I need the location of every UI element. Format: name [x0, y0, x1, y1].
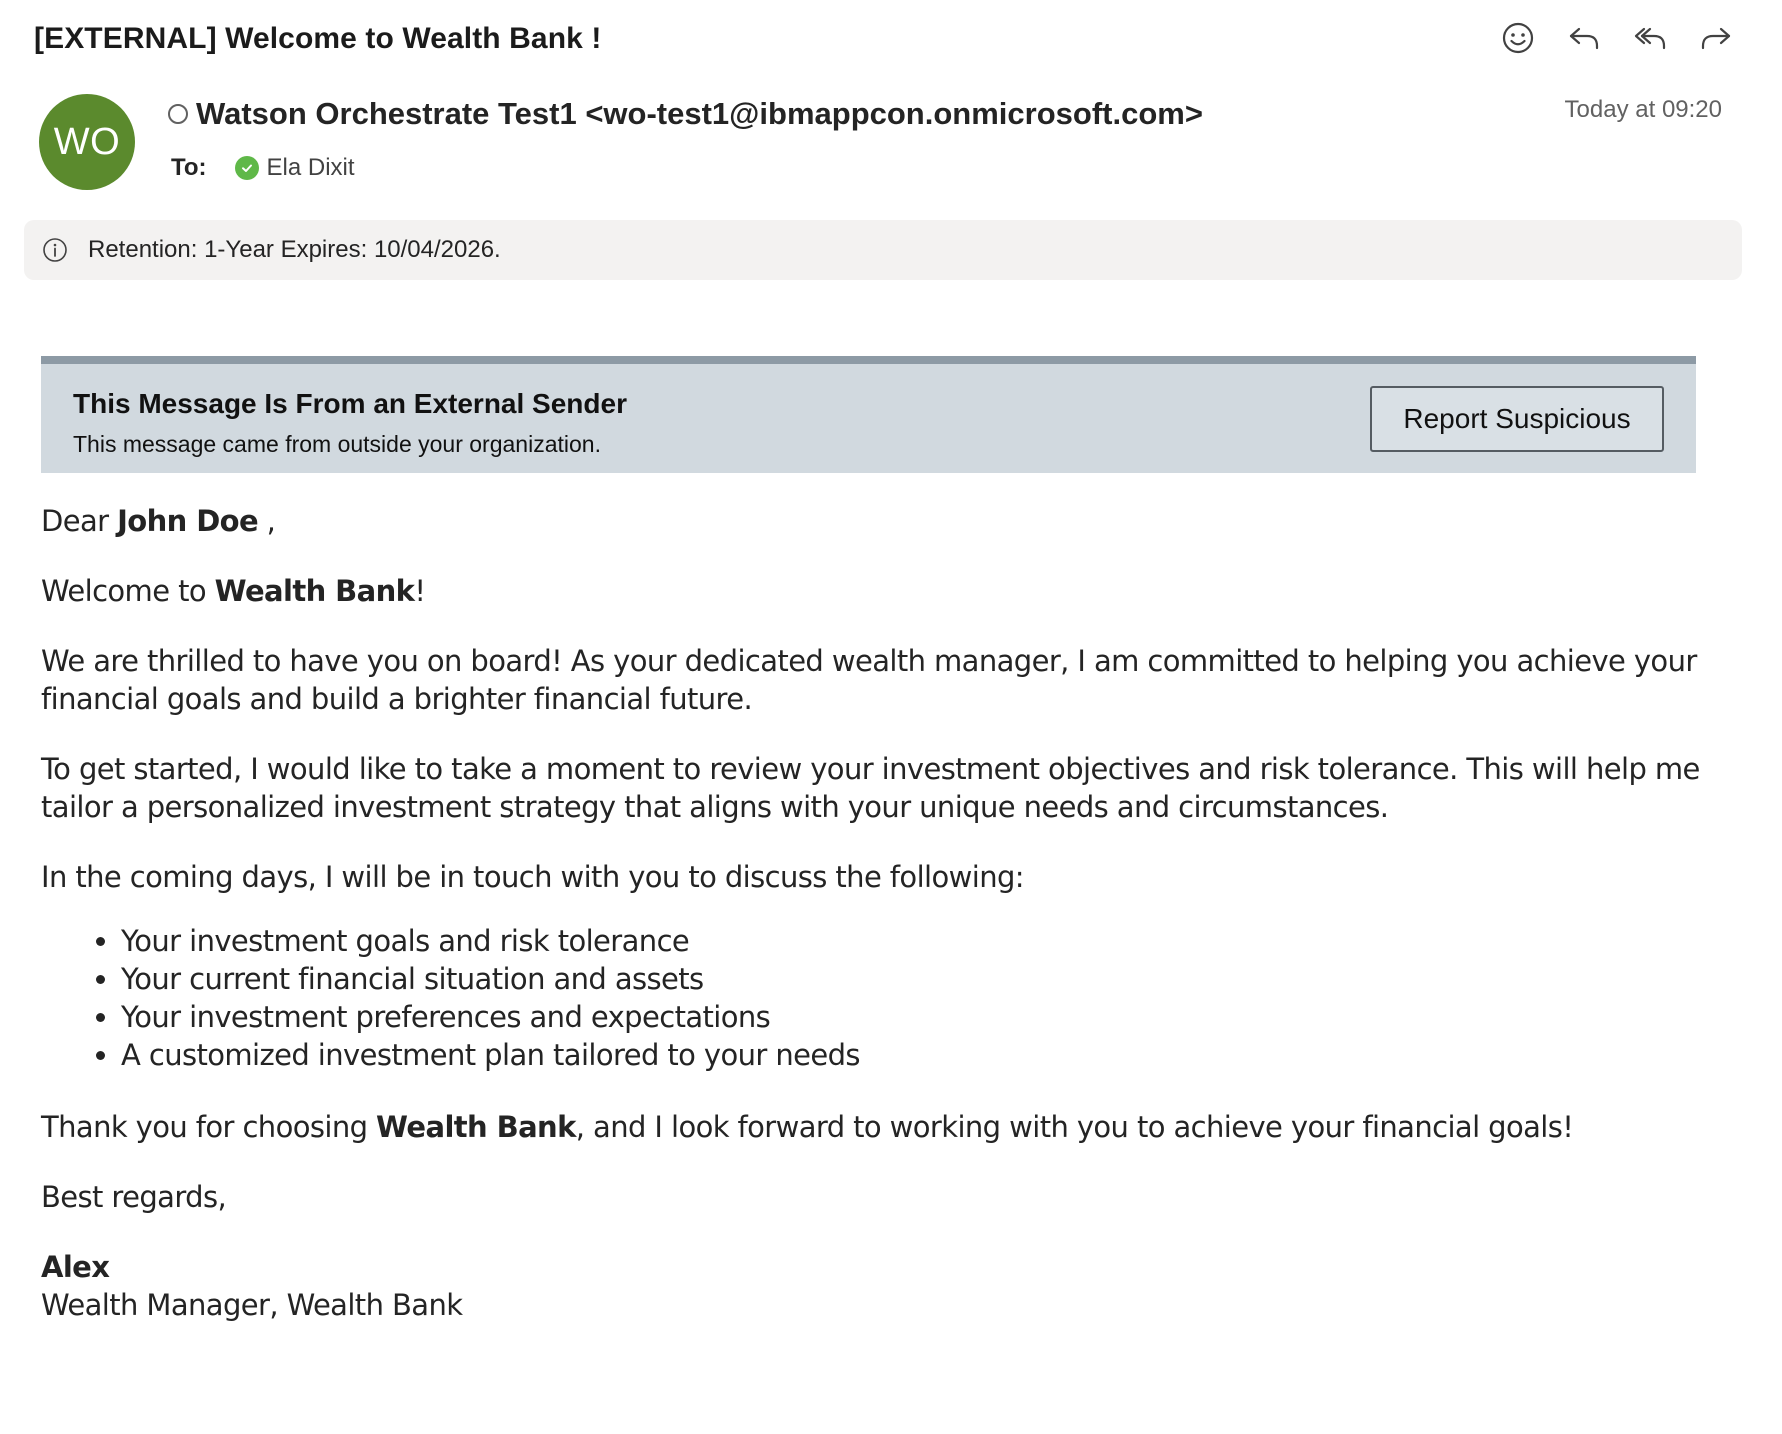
email-subject: [EXTERNAL] Welcome to Wealth Bank !	[34, 22, 602, 55]
recipients-row: To: Ela Dixit	[171, 154, 355, 182]
list-item: Your investment goals and risk tolerance	[121, 922, 1701, 960]
welcome-prefix: Welcome to	[41, 574, 215, 608]
greeting: Dear John Doe ,	[41, 502, 1701, 540]
sender-row: Watson Orchestrate Test1 <wo-test1@ibmap…	[168, 96, 1203, 132]
greeting-prefix: Dear	[41, 504, 118, 538]
recipient-name[interactable]: Ela Dixit	[267, 154, 355, 182]
paragraph-getting-started: To get started, I would like to take a m…	[41, 752, 1700, 824]
to-label: To:	[171, 154, 207, 181]
email-body: Dear John Doe , Welcome to Wealth Bank! …	[41, 502, 1701, 1324]
retention-text: Retention: 1-Year Expires: 10/04/2026.	[88, 236, 501, 263]
paragraph-coming-days: In the coming days, I will be in touch w…	[41, 860, 1025, 894]
paragraph-intro: We are thrilled to have you on board! As…	[41, 644, 1697, 716]
received-timestamp: Today at 09:20	[1564, 96, 1722, 123]
info-icon	[43, 238, 67, 262]
forward-icon	[1701, 27, 1731, 50]
greeting-suffix: ,	[258, 504, 276, 538]
banner-subtitle: This message came from outside your orga…	[73, 431, 601, 457]
thanks-bank-name: Wealth Bank	[376, 1110, 576, 1144]
welcome-line: Welcome to Wealth Bank!	[41, 572, 1701, 610]
message-actions-toolbar	[1500, 20, 1734, 56]
signature: Alex Wealth Manager, Wealth Bank	[41, 1248, 1701, 1324]
thanks-suffix: , and I look forward to working with you…	[575, 1110, 1574, 1144]
email-reading-pane: [EXTERNAL] Welcome to Wealth Bank ! WO W…	[0, 0, 1782, 1434]
greeting-name: John Doe	[117, 504, 259, 538]
available-status-icon	[234, 156, 259, 180]
discussion-list: Your investment goals and risk tolerance…	[41, 922, 1701, 1074]
presence-status-icon	[168, 104, 188, 124]
thanks-prefix: Thank you for choosing	[41, 1110, 377, 1144]
signature-name: Alex	[41, 1248, 1701, 1286]
reply-all-icon	[1634, 27, 1666, 50]
list-item: Your current financial situation and ass…	[121, 960, 1701, 998]
reply-icon	[1569, 27, 1599, 50]
emoji-reaction-icon	[1502, 22, 1534, 54]
sender-avatar[interactable]: WO	[39, 94, 135, 190]
list-item: Your investment preferences and expectat…	[121, 998, 1701, 1036]
reply-button[interactable]	[1566, 20, 1602, 56]
closing: Best regards,	[41, 1180, 227, 1214]
list-item: A customized investment plan tailored to…	[121, 1036, 1701, 1074]
signature-name-text: Alex	[41, 1250, 110, 1284]
banner-title: This Message Is From an External Sender	[73, 388, 627, 419]
reply-all-button[interactable]	[1632, 20, 1668, 56]
forward-button[interactable]	[1698, 20, 1734, 56]
emoji-reaction-button[interactable]	[1500, 20, 1536, 56]
thanks-line: Thank you for choosing Wealth Bank, and …	[41, 1108, 1701, 1146]
report-suspicious-button[interactable]: Report Suspicious	[1370, 386, 1664, 452]
signature-title: Wealth Manager, Wealth Bank	[41, 1288, 463, 1322]
external-sender-banner: This Message Is From an External Sender …	[41, 356, 1696, 473]
welcome-bank-name: Wealth Bank	[214, 574, 415, 608]
welcome-suffix: !	[414, 574, 426, 608]
sender-name[interactable]: Watson Orchestrate Test1 <wo-test1@ibmap…	[196, 96, 1203, 132]
retention-policy-bar: Retention: 1-Year Expires: 10/04/2026.	[24, 220, 1742, 280]
